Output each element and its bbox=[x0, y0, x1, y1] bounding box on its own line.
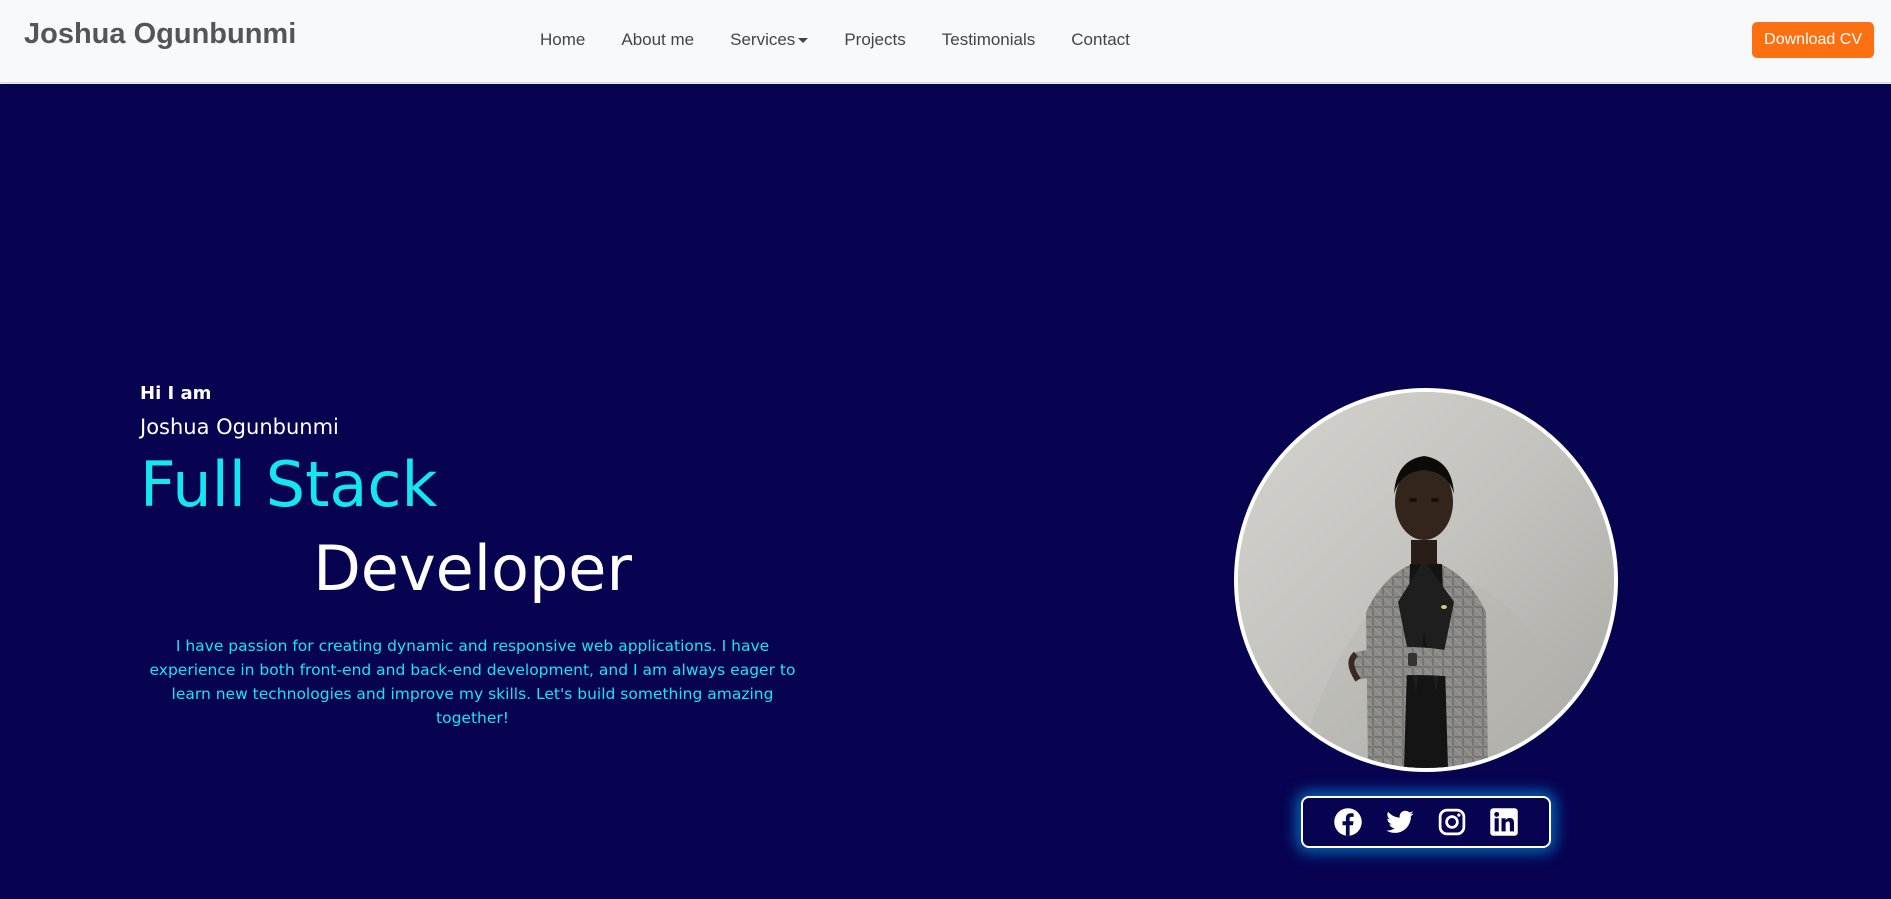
nav-link-label: Home bbox=[540, 30, 586, 49]
linkedin-icon[interactable] bbox=[1489, 807, 1519, 837]
brand-link[interactable]: Joshua Ogunbunmi bbox=[24, 18, 296, 51]
download-cv-button[interactable]: Download CV bbox=[1752, 22, 1874, 58]
nav-link-home[interactable]: Home bbox=[540, 30, 585, 50]
profile-photo bbox=[1234, 388, 1618, 772]
nav-link-services[interactable]: Services bbox=[730, 30, 809, 50]
nav-link-contact[interactable]: Contact bbox=[1071, 30, 1130, 50]
nav-link-about[interactable]: About me bbox=[621, 30, 694, 50]
hero-greeting: Hi I am bbox=[140, 383, 212, 404]
hero-bio: I have passion for creating dynamic and … bbox=[149, 636, 796, 727]
nav-links: Home About me Services Projects Testimon… bbox=[540, 30, 1166, 50]
nav-link-testimonials[interactable]: Testimonials bbox=[942, 30, 1036, 50]
hero-name: Joshua Ogunbunmi bbox=[140, 415, 339, 439]
hero-role-line1: Full Stack bbox=[140, 448, 438, 521]
instagram-icon[interactable] bbox=[1437, 807, 1467, 837]
facebook-icon[interactable] bbox=[1333, 807, 1363, 837]
nav-link-projects[interactable]: Projects bbox=[844, 30, 905, 50]
social-links bbox=[1301, 796, 1551, 848]
nav-link-label: Projects bbox=[844, 30, 906, 49]
hero-role-line2: Developer bbox=[313, 532, 632, 605]
navbar: Joshua Ogunbunmi Home About me Services … bbox=[0, 0, 1891, 83]
caret-down-icon bbox=[798, 37, 809, 43]
nav-link-label: Services bbox=[730, 30, 796, 49]
hero-section: Hi I am Joshua Ogunbunmi Full Stack Deve… bbox=[0, 84, 1891, 899]
nav-link-label: About me bbox=[621, 30, 695, 49]
nav-link-label: Contact bbox=[1071, 30, 1130, 49]
profile-photo-image bbox=[1238, 392, 1614, 768]
twitter-icon[interactable] bbox=[1385, 807, 1415, 837]
nav-link-label: Testimonials bbox=[941, 30, 1036, 49]
